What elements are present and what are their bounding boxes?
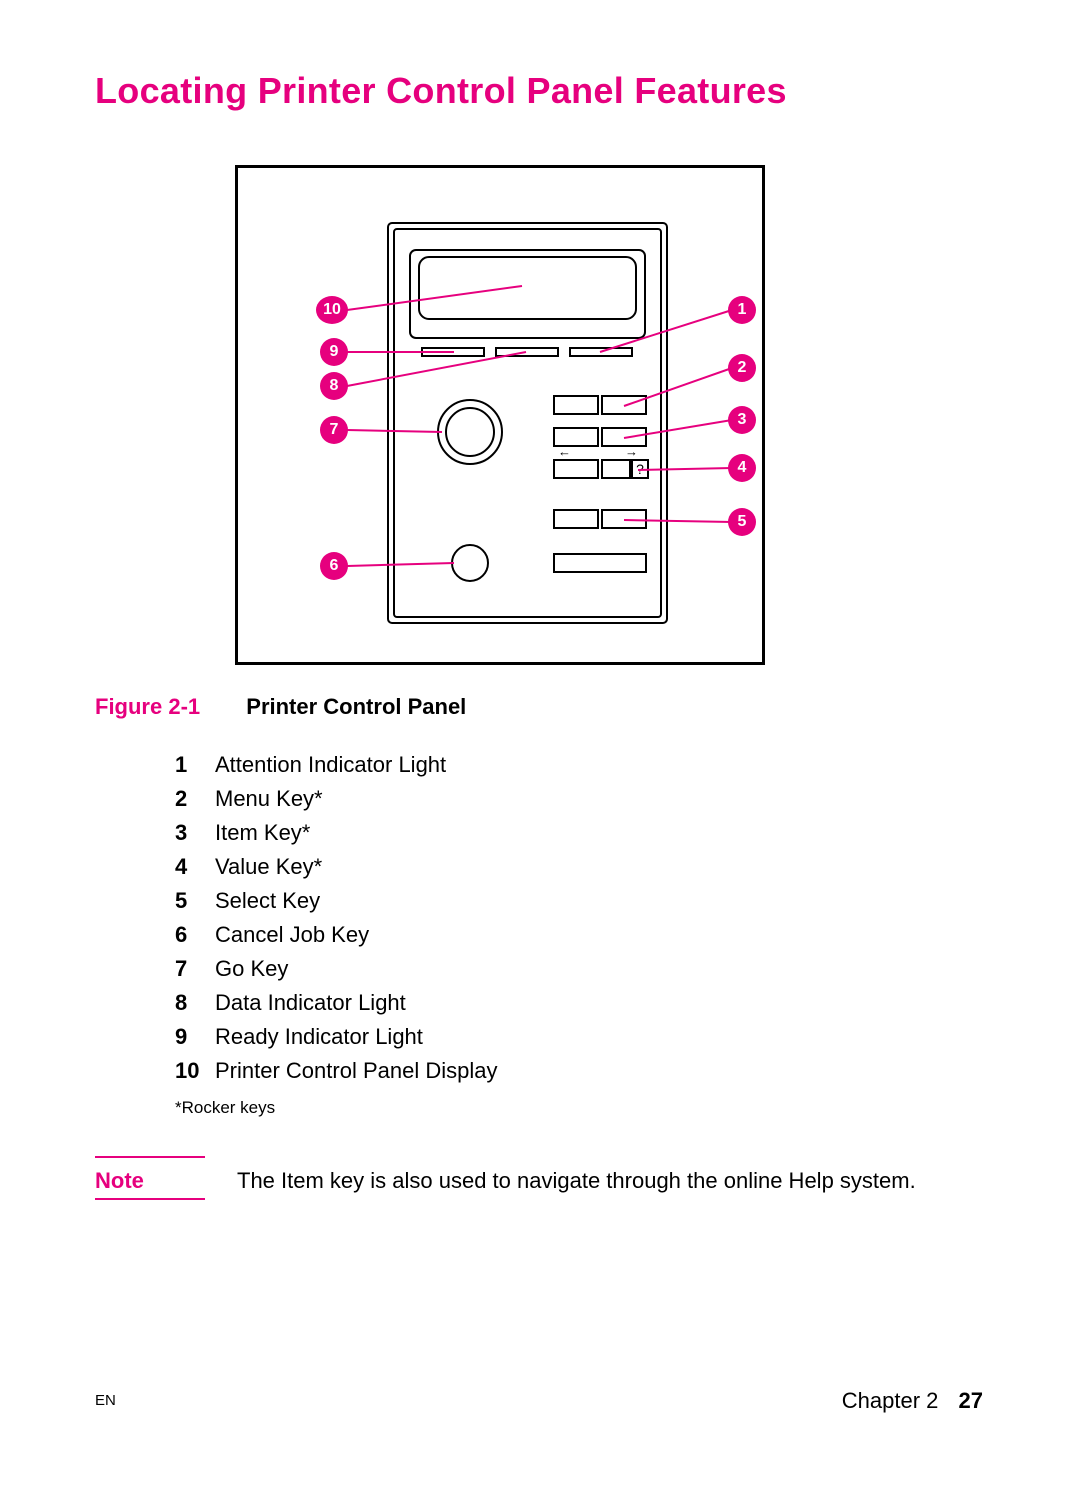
callout-4: 4 [728, 454, 756, 482]
footer-chapter: Chapter 2 27 [842, 1388, 983, 1414]
note-rule-top [95, 1156, 205, 1158]
figure-number: Figure 2-1 [95, 694, 200, 719]
legend-item: 1Attention Indicator Light [175, 748, 497, 782]
legend-item: 10Printer Control Panel Display [175, 1054, 497, 1088]
legend-item: 6Cancel Job Key [175, 918, 497, 952]
footer-page-number: 27 [959, 1388, 983, 1413]
note-rule-bottom [95, 1198, 205, 1200]
page: Locating Printer Control Panel Features [0, 0, 1080, 1495]
legend-item: 5Select Key [175, 884, 497, 918]
callout-7: 7 [320, 416, 348, 444]
callout-9: 9 [320, 338, 348, 366]
legend-item: 8Data Indicator Light [175, 986, 497, 1020]
callout-8: 8 [320, 372, 348, 400]
legend-item: 3Item Key* [175, 816, 497, 850]
footer-language: EN [95, 1392, 116, 1409]
callout-10: 10 [316, 296, 348, 324]
section-title: Locating Printer Control Panel Features [95, 70, 787, 112]
figure-title: Printer Control Panel [246, 694, 466, 719]
printer-panel-diagram: ? ← → [238, 168, 762, 662]
callout-2: 2 [728, 354, 756, 382]
legend-item: 9Ready Indicator Light [175, 1020, 497, 1054]
note-label: Note [95, 1168, 144, 1194]
figure-caption: Figure 2-1 Printer Control Panel [95, 694, 466, 720]
figure-printer-control-panel: ? ← → [235, 165, 765, 665]
callout-5: 5 [728, 508, 756, 536]
svg-text:→: → [625, 444, 638, 459]
footer-chapter-label: Chapter 2 [842, 1388, 939, 1413]
callout-1: 1 [728, 296, 756, 324]
callout-3: 3 [728, 406, 756, 434]
legend-item: 2Menu Key* [175, 782, 497, 816]
legend-item: 4Value Key* [175, 850, 497, 884]
legend-item: 7Go Key [175, 952, 497, 986]
callout-6: 6 [320, 552, 348, 580]
svg-text:?: ? [636, 461, 644, 477]
svg-text:←: ← [558, 444, 571, 459]
figure-legend: 1Attention Indicator Light 2Menu Key* 3I… [175, 748, 497, 1088]
legend-footnote: *Rocker keys [175, 1098, 275, 1118]
note-text: The Item key is also used to navigate th… [237, 1168, 916, 1194]
